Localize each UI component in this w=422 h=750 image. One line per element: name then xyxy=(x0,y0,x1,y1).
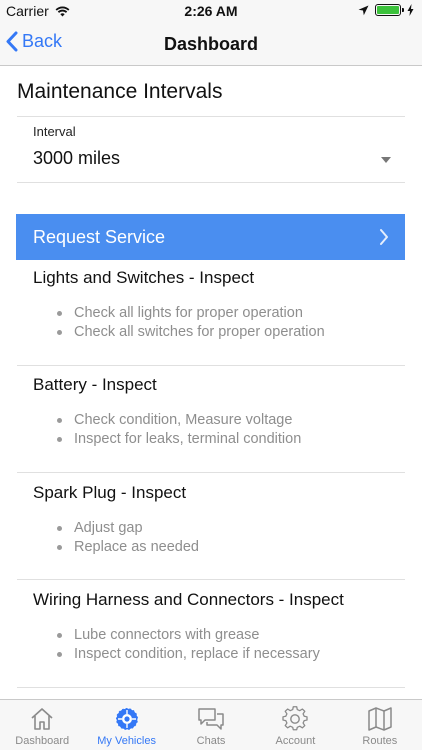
tab-chats[interactable]: Chats xyxy=(169,700,253,750)
divider xyxy=(17,182,405,183)
tab-dashboard[interactable]: Dashboard xyxy=(0,700,84,750)
tab-label: Account xyxy=(275,735,316,747)
gear-icon xyxy=(282,706,309,731)
tab-label: My Vehicles xyxy=(97,735,156,747)
task-item: Battery - Inspect Check condition, Measu… xyxy=(17,375,405,475)
status-bar: Carrier 2:26 AM xyxy=(0,0,422,22)
dropdown-arrow-icon xyxy=(381,157,391,163)
dashboard-content[interactable]: Maintenance Intervals Interval 3000 mile… xyxy=(0,66,422,699)
request-service-button[interactable]: Request Service xyxy=(16,214,405,260)
tab-my-vehicles[interactable]: My Vehicles xyxy=(84,700,168,750)
task-item: Spark Plug - Inspect Adjust gap Replace … xyxy=(17,483,405,583)
page-title: Dashboard xyxy=(163,34,259,54)
task-title: Lights and Switches - Inspect xyxy=(33,268,255,287)
request-service-label: Request Service xyxy=(33,227,166,247)
tab-label: Routes xyxy=(362,735,398,747)
task-item: Wiring Harness and Connectors - Inspect … xyxy=(17,590,405,690)
task-checklist: Check condition, Measure voltage Inspect… xyxy=(57,411,301,448)
task-title: Spark Plug - Inspect xyxy=(33,483,187,502)
checklist-item: Check all lights for proper operation xyxy=(57,304,325,323)
divider xyxy=(17,579,405,580)
checklist-item: Check all switches for proper operation xyxy=(57,323,325,342)
task-checklist: Check all lights for proper operation Ch… xyxy=(57,304,325,341)
battery-icon xyxy=(375,4,404,16)
charging-bolt-icon xyxy=(407,4,414,16)
checklist-item: Inspect for leaks, terminal condition xyxy=(57,430,301,449)
tab-bar: Dashboard My Vehicles Chats Account Rout… xyxy=(0,699,422,750)
divider xyxy=(17,472,405,473)
tab-label: Chats xyxy=(196,735,226,747)
checklist-item: Inspect condition, replace if necessary xyxy=(57,645,320,664)
interval-value: 3000 miles xyxy=(33,148,121,168)
map-icon xyxy=(368,707,392,731)
task-title: Battery - Inspect xyxy=(33,375,157,394)
checklist-item: Replace as needed xyxy=(57,538,199,557)
location-arrow-icon xyxy=(358,5,369,15)
checklist-item: Check condition, Measure voltage xyxy=(57,411,301,430)
divider xyxy=(17,687,405,688)
interval-select[interactable]: 3000 miles xyxy=(33,148,405,180)
navigation-bar: Back Dashboard xyxy=(0,22,422,66)
task-item: Lights and Switches - Inspect Check all … xyxy=(17,268,405,368)
section-title: Maintenance Intervals xyxy=(17,80,223,103)
divider xyxy=(17,365,405,366)
interval-label: Interval xyxy=(33,124,76,139)
checklist-item: Adjust gap xyxy=(57,519,199,538)
chevron-right-icon xyxy=(380,229,388,245)
checklist-item: Lube connectors with grease xyxy=(57,626,320,645)
status-right xyxy=(358,4,414,16)
tab-label: Dashboard xyxy=(15,735,70,747)
chat-bubbles-icon xyxy=(198,708,224,730)
task-checklist: Lube connectors with grease Inspect cond… xyxy=(57,626,320,663)
divider xyxy=(17,116,405,117)
task-title: Wiring Harness and Connectors - Inspect xyxy=(33,590,344,609)
house-icon xyxy=(31,708,53,730)
tab-account[interactable]: Account xyxy=(253,700,337,750)
tab-routes[interactable]: Routes xyxy=(338,700,422,750)
wheel-icon xyxy=(115,707,139,731)
task-checklist: Adjust gap Replace as needed xyxy=(57,519,199,556)
